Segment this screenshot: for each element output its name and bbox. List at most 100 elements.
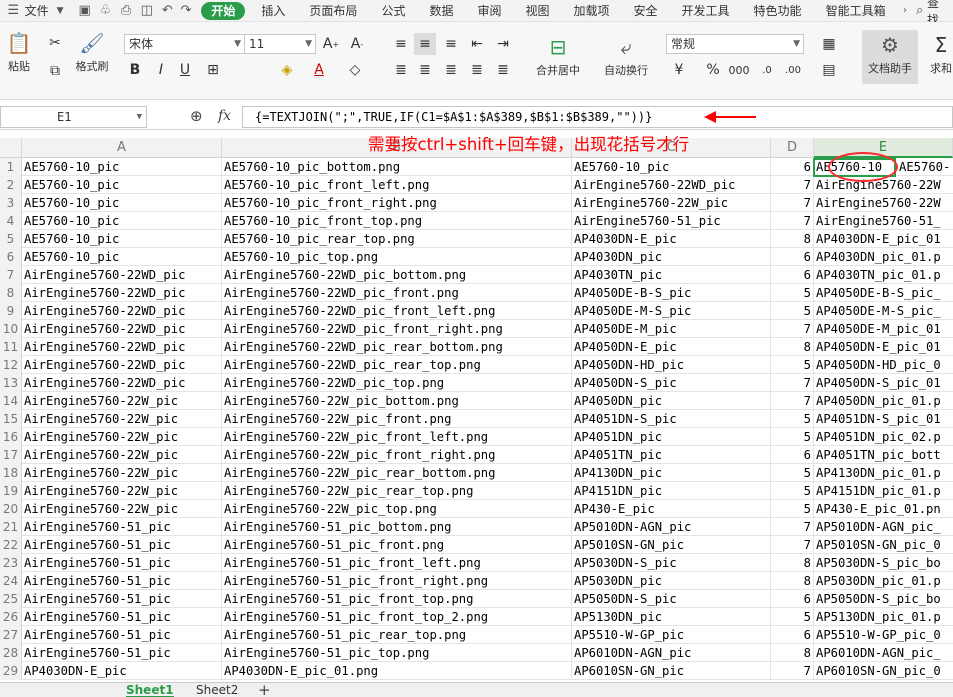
row-header[interactable]: 6 — [0, 248, 22, 266]
decrease-decimal-icon[interactable]: .00 — [782, 59, 804, 81]
cell-a[interactable]: AirEngine5760-51_pic — [22, 626, 222, 644]
row-header[interactable]: 28 — [0, 644, 22, 662]
cell-c[interactable]: AP5050DN-S_pic — [572, 590, 771, 608]
cell-d[interactable]: 8 — [771, 338, 814, 356]
column-header-e[interactable]: E — [814, 138, 953, 158]
menu-tab-11[interactable]: 智能工具箱 — [814, 0, 898, 22]
cell-b[interactable]: AirEngine5760-22W_pic_rear_bottom.png — [222, 464, 572, 482]
cell-d[interactable]: 5 — [771, 500, 814, 518]
cell-e[interactable]: AP4030DN_pic_01.p — [814, 248, 953, 266]
cell-e[interactable]: AP5130DN_pic_01.p — [814, 608, 953, 626]
cell-e[interactable]: AP4050DN_pic_01.p — [814, 392, 953, 410]
align-top-icon[interactable]: ≡ — [390, 33, 412, 55]
formula-input[interactable]: {=TEXTJOIN(";",TRUE,IF(C1=$A$1:$A$389,$B… — [242, 106, 953, 128]
cell-e[interactable]: AP4051DN_pic_02.p — [814, 428, 953, 446]
cell-b[interactable]: AirEngine5760-51_pic_front_top_2.png — [222, 608, 572, 626]
cell-a[interactable]: AE5760-10_pic — [22, 248, 222, 266]
align-bottom-icon[interactable]: ≡ — [440, 33, 462, 55]
indent-increase-icon[interactable]: ⇥ — [492, 33, 514, 55]
cell-e[interactable]: AP5050DN-S_pic_bo — [814, 590, 953, 608]
conditional-format-icon[interactable]: ▤ — [818, 59, 840, 81]
row-header[interactable]: 4 — [0, 212, 22, 230]
distribute-icon[interactable]: ≣ — [492, 59, 514, 81]
scroll-right-icon[interactable]: › — [898, 3, 913, 19]
cell-d[interactable]: 5 — [771, 284, 814, 302]
menu-tab-10[interactable]: 特色功能 — [742, 0, 814, 22]
cell-d[interactable]: 6 — [771, 626, 814, 644]
cell-c[interactable]: AP6010DN-AGN_pic — [572, 644, 771, 662]
cell-d[interactable]: 6 — [771, 266, 814, 284]
row-header[interactable]: 21 — [0, 518, 22, 536]
cell-c[interactable]: AP4051DN-S_pic — [572, 410, 771, 428]
cell-c[interactable]: AP5030DN-S_pic — [572, 554, 771, 572]
cell-c[interactable]: AP4030DN_pic — [572, 248, 771, 266]
save-icon[interactable]: ▣ — [77, 3, 92, 19]
indent-decrease-icon[interactable]: ⇤ — [466, 33, 488, 55]
row-header[interactable]: 19 — [0, 482, 22, 500]
name-box[interactable]: E1 ▼ — [0, 106, 147, 128]
cell-d[interactable]: 5 — [771, 464, 814, 482]
cell-e[interactable]: AP6010DN-AGN_pic_ — [814, 644, 953, 662]
cell-e[interactable]: AP430-E_pic_01.pn — [814, 500, 953, 518]
cell-b[interactable]: AirEngine5760-22WD_pic_front_left.png — [222, 302, 572, 320]
row-header[interactable]: 18 — [0, 464, 22, 482]
font-name-select[interactable]: 宋体 ▼ — [124, 34, 245, 54]
cell-e[interactable]: AP4051DN-S_pic_01 — [814, 410, 953, 428]
cell-b[interactable]: AirEngine5760-51_pic_rear_top.png — [222, 626, 572, 644]
cell-b[interactable]: AE5760-10_pic_top.png — [222, 248, 572, 266]
cell-b[interactable]: AirEngine5760-22WD_pic_bottom.png — [222, 266, 572, 284]
menu-tab-9[interactable]: 开发工具 — [670, 0, 742, 22]
row-header[interactable]: 14 — [0, 392, 22, 410]
cell-d[interactable]: 7 — [771, 662, 814, 680]
row-header[interactable]: 22 — [0, 536, 22, 554]
cell-c[interactable]: AP4030TN_pic — [572, 266, 771, 284]
cell-b[interactable]: AirEngine5760-22W_pic_front.png — [222, 410, 572, 428]
row-header[interactable]: 9 — [0, 302, 22, 320]
cell-d[interactable]: 5 — [771, 302, 814, 320]
cell-a[interactable]: AP4030DN-E_pic — [22, 662, 222, 680]
cell-d[interactable]: 7 — [771, 176, 814, 194]
cell-c[interactable]: AP4050DE-M-S_pic — [572, 302, 771, 320]
cell-b[interactable]: AirEngine5760-22WD_pic_top.png — [222, 374, 572, 392]
cell-b[interactable]: AirEngine5760-22WD_pic_rear_top.png — [222, 356, 572, 374]
row-header[interactable]: 7 — [0, 266, 22, 284]
format-painter-button[interactable]: 🖌 格式刷 — [72, 28, 112, 74]
cell-a[interactable]: AirEngine5760-22WD_pic — [22, 338, 222, 356]
cell-d[interactable]: 7 — [771, 518, 814, 536]
menu-tab-8[interactable]: 安全 — [622, 0, 670, 22]
cell-a[interactable]: AE5760-10_pic — [22, 176, 222, 194]
search-icon[interactable]: ⌕ — [912, 3, 927, 19]
fill-color-icon[interactable]: ◈ — [276, 59, 298, 81]
cell-e[interactable]: AP5010SN-GN_pic_0 — [814, 536, 953, 554]
cell-b[interactable]: AirEngine5760-51_pic_front.png — [222, 536, 572, 554]
row-header[interactable]: 27 — [0, 626, 22, 644]
redo-icon[interactable]: ↷ — [179, 3, 194, 19]
cell-c[interactable]: AP4130DN_pic — [572, 464, 771, 482]
cell-c[interactable]: AP430-E_pic — [572, 500, 771, 518]
file-menu[interactable]: 文件 — [21, 0, 53, 22]
cell-d[interactable]: 7 — [771, 212, 814, 230]
cell-d[interactable]: 6 — [771, 446, 814, 464]
row-header[interactable]: 25 — [0, 590, 22, 608]
cell-a[interactable]: AirEngine5760-22WD_pic — [22, 284, 222, 302]
cell-a[interactable]: AirEngine5760-51_pic — [22, 554, 222, 572]
cell-e[interactable]: AP6010SN-GN_pic_0 — [814, 662, 953, 680]
cell-d[interactable]: 8 — [771, 230, 814, 248]
fx-icon[interactable]: fx — [218, 108, 231, 124]
cell-a[interactable]: AirEngine5760-51_pic — [22, 608, 222, 626]
cell-c[interactable]: AP5510-W-GP_pic — [572, 626, 771, 644]
cell-d[interactable]: 5 — [771, 356, 814, 374]
row-header[interactable]: 26 — [0, 608, 22, 626]
cell-d[interactable]: 8 — [771, 554, 814, 572]
print-preview-icon[interactable]: ◫ — [139, 3, 154, 19]
cell-c[interactable]: AP4050DN-E_pic — [572, 338, 771, 356]
justify-icon[interactable]: ≣ — [466, 59, 488, 81]
row-header[interactable]: 15 — [0, 410, 22, 428]
cell-c[interactable]: AP6010SN-GN_pic — [572, 662, 771, 680]
cell-a[interactable]: AE5760-10_pic — [22, 212, 222, 230]
cell-d[interactable]: 6 — [771, 248, 814, 266]
cell-c[interactable]: AP4151DN_pic — [572, 482, 771, 500]
row-header[interactable]: 24 — [0, 572, 22, 590]
menu-tab-3[interactable]: 公式 — [369, 0, 417, 22]
format-brush-icon[interactable]: ♧ — [98, 3, 113, 19]
